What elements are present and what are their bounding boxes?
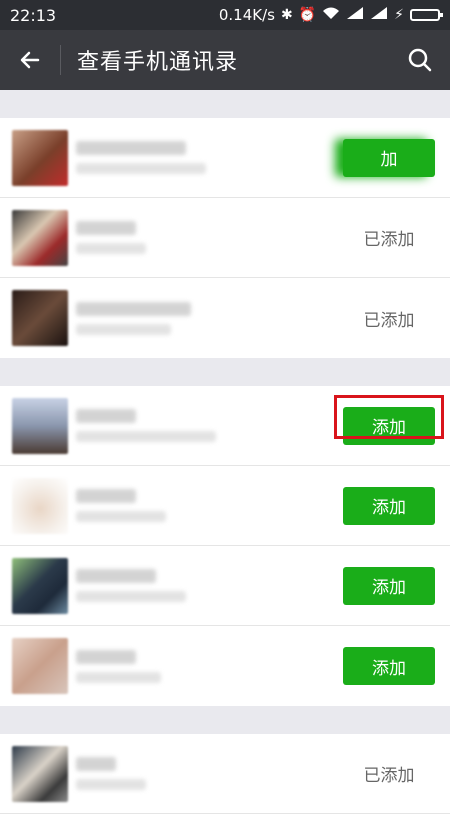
contact-subtitle [76, 163, 206, 174]
added-label: 已添加 [363, 310, 415, 331]
avatar [12, 477, 68, 534]
contact-info [76, 746, 334, 802]
alarm-icon: ⏰ [298, 7, 317, 23]
added-label: 已添加 [363, 766, 415, 786]
contact-info [76, 558, 334, 614]
app-bar: 查看手机通讯录 [0, 30, 450, 90]
avatar [12, 397, 68, 454]
contact-subtitle [76, 431, 216, 442]
contact-name [76, 489, 136, 503]
page-title: 查看手机通讯录 [77, 50, 239, 75]
contact-name [76, 757, 116, 771]
contact-row: 已添加 [0, 278, 450, 358]
contact-row: 已添加 [0, 734, 450, 814]
contact-info [76, 478, 334, 534]
contact-subtitle [76, 511, 166, 522]
contact-action: 添加 [334, 486, 444, 525]
contact-action: 添加 [334, 647, 444, 685]
contact-subtitle [76, 243, 146, 254]
contact-subtitle [76, 591, 186, 602]
contact-name [76, 649, 136, 664]
contact-name [76, 409, 136, 423]
search-icon[interactable] [390, 30, 450, 90]
avatar [12, 290, 68, 346]
contact-action: 已添加 [334, 225, 444, 250]
status-bar: 22:13 0.14K/s ✱ ⏰ ⚡ [0, 0, 450, 30]
battery-icon [410, 9, 443, 21]
contact-action: 已添加 [334, 306, 444, 331]
avatar [12, 209, 68, 266]
contact-action: 已添加 [334, 761, 444, 786]
contact-action: 加 [334, 138, 444, 177]
contact-name [76, 569, 156, 583]
signal-icon [370, 6, 388, 24]
contact-row: 添加 [0, 546, 450, 626]
contact-name [76, 141, 186, 155]
contact-action: 添加 [334, 566, 444, 605]
contact-subtitle [76, 779, 146, 790]
add-button[interactable]: 加 [343, 138, 435, 177]
avatar [12, 638, 68, 694]
contact-info [76, 638, 334, 694]
add-button[interactable]: 添加 [343, 486, 435, 525]
contact-info [76, 398, 334, 454]
contact-list: 加 已添加 已添加 添加 添加 添加 添加 已添加 [0, 90, 450, 814]
section-header [0, 706, 450, 734]
avatar [12, 745, 68, 802]
added-label: 已添加 [363, 230, 415, 250]
contact-name [76, 221, 136, 235]
add-button[interactable]: 添加 [343, 566, 435, 605]
status-icons: 0.14K/s ✱ ⏰ ⚡ [218, 6, 443, 24]
contact-row: 加 [0, 118, 450, 198]
contact-info [76, 130, 334, 186]
add-button[interactable]: 添加 [343, 406, 435, 445]
contact-row: 添加 [0, 626, 450, 706]
contact-action: 添加 [334, 406, 444, 445]
back-arrow-icon[interactable] [0, 30, 60, 90]
contact-row: 添加 [0, 386, 450, 466]
contact-name [76, 301, 191, 316]
avatar [12, 557, 68, 614]
contact-info [76, 210, 334, 266]
add-button[interactable]: 添加 [343, 647, 435, 685]
contact-row: 添加 [0, 466, 450, 546]
status-time: 22:13 [10, 5, 57, 25]
contact-info [76, 290, 334, 346]
wifi-icon [322, 6, 340, 24]
contact-subtitle [76, 323, 171, 335]
network-speed: 0.14K/s [218, 6, 275, 24]
signal-icon [346, 6, 364, 24]
avatar [12, 129, 68, 186]
contact-row: 已添加 [0, 198, 450, 278]
section-header [0, 90, 450, 118]
contact-subtitle [76, 671, 161, 683]
bluetooth-icon: ✱ [280, 7, 293, 23]
charging-icon: ⚡ [394, 7, 404, 23]
section-header [0, 358, 450, 386]
